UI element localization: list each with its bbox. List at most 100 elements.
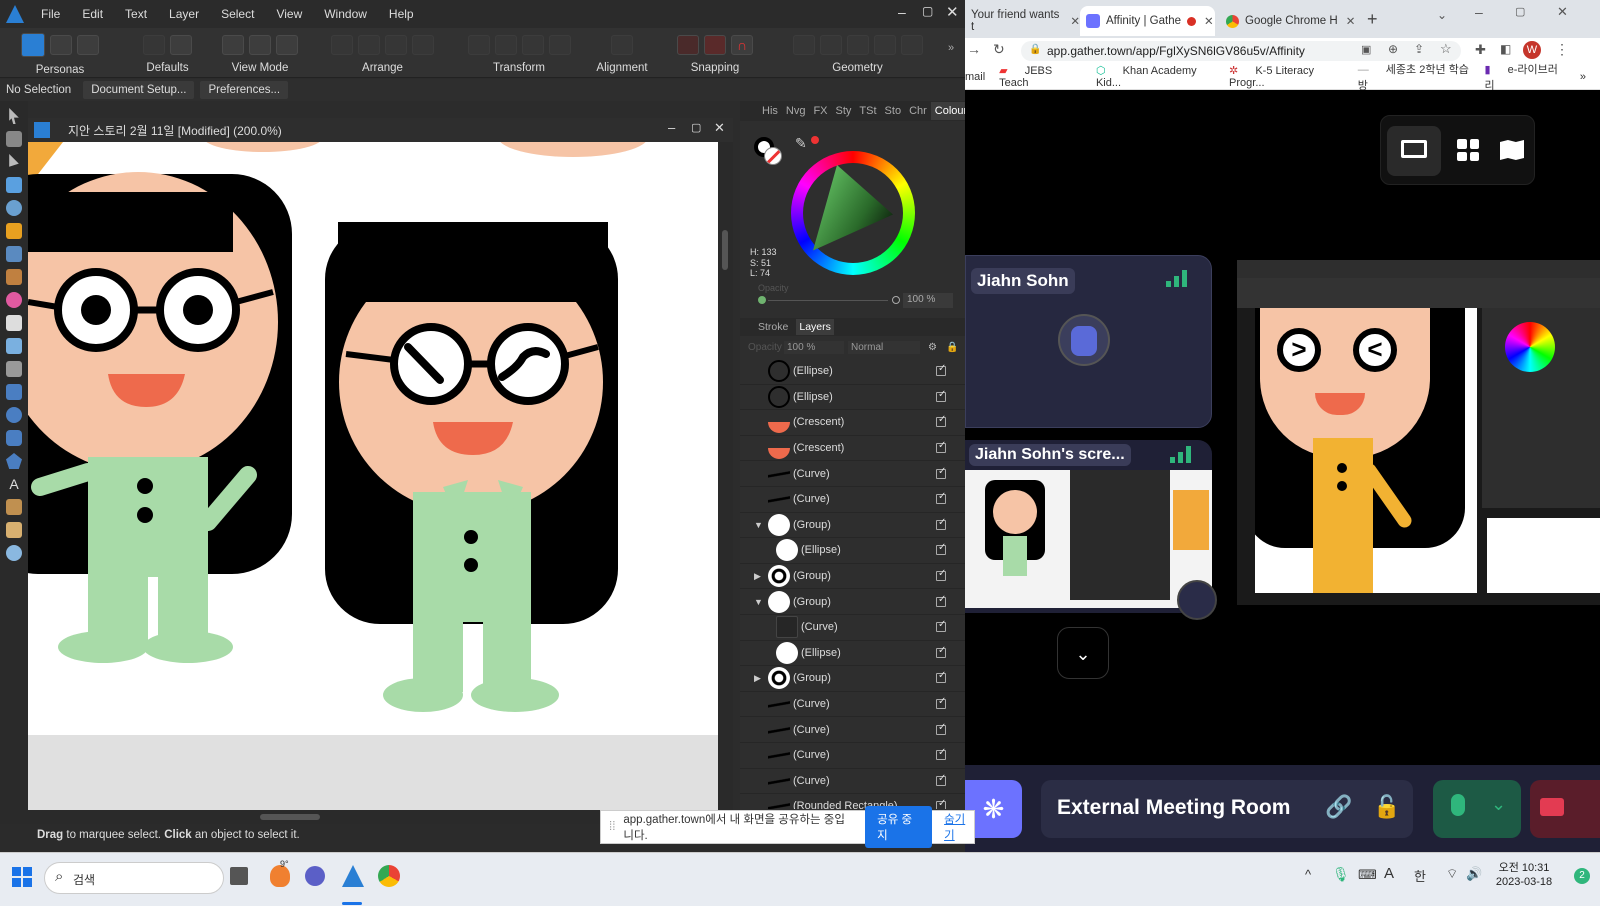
layer-visibility-checkbox[interactable]: ✓ (936, 619, 946, 633)
link-icon[interactable]: 🔗 (1325, 794, 1352, 820)
layer-visibility-checkbox[interactable]: ✓ (936, 722, 946, 735)
layer-opacity-field[interactable]: 100 % (784, 340, 844, 354)
bookmarks-overflow-icon[interactable]: » (1580, 71, 1586, 83)
layer-expand-icon[interactable]: ▼ (754, 520, 763, 530)
rotate-right-icon[interactable] (548, 35, 571, 55)
map-view-icon[interactable] (1500, 140, 1524, 160)
color-picker-icon[interactable] (6, 499, 22, 515)
participant-tile[interactable]: Jiahn Sohn (965, 255, 1212, 428)
cast-icon[interactable]: ▣ (1361, 43, 1371, 56)
screen-view-button[interactable] (1387, 126, 1441, 176)
layer-visibility-checkbox[interactable]: ✓ (936, 363, 946, 377)
snapping-options-icon[interactable] (704, 35, 726, 55)
move-tool-icon[interactable] (9, 108, 19, 124)
layer-row[interactable]: (Ellipse) ✓ (740, 641, 965, 667)
eyedropper-icon[interactable]: ✎ (795, 135, 807, 152)
layer-row[interactable]: (Crescent) ✓ (740, 410, 965, 436)
layer-row[interactable]: (Curve) ✓ (740, 717, 965, 743)
view-mode-icon-1[interactable] (222, 35, 244, 55)
zoom-icon[interactable]: ⊕ (1388, 42, 1398, 56)
layer-row[interactable]: ▶ (Group) ✓ (740, 564, 965, 590)
menu-view[interactable]: View (265, 7, 313, 21)
geometry-add-icon[interactable] (792, 35, 815, 55)
menu-edit[interactable]: Edit (71, 7, 114, 21)
tab-navigator[interactable]: Nvg (782, 105, 810, 117)
layer-visibility-checkbox[interactable]: ✓ (936, 440, 946, 454)
pen-tool-icon[interactable] (6, 223, 22, 239)
tab-close-icon[interactable]: ✕ (1070, 14, 1080, 28)
sidepanel-icon[interactable]: ◧ (1500, 42, 1511, 56)
tab-fx[interactable]: FX (809, 105, 831, 117)
layer-row[interactable]: ▼ (Group) ✓ (740, 513, 965, 539)
tab-styles[interactable]: Sty (832, 105, 856, 117)
rotate-left-icon[interactable] (521, 35, 544, 55)
view-mode-icon-2[interactable] (249, 35, 271, 55)
hide-link[interactable]: 숨기기 (944, 811, 974, 843)
transparency-tool-icon[interactable] (6, 315, 22, 331)
layer-expand-icon[interactable]: ▼ (754, 597, 763, 607)
artboard-tool-icon[interactable] (6, 131, 22, 147)
flip-h-icon[interactable] (467, 35, 490, 55)
tab-history[interactable]: His (758, 105, 782, 117)
layer-visibility-checkbox[interactable]: ✓ (936, 542, 946, 556)
bookmark-khan[interactable]: ⬡ Khan Academy Kid... (1096, 64, 1215, 89)
layer-lock-icon[interactable]: 🔒 (946, 342, 958, 353)
layer-row[interactable]: (Curve) ✓ (740, 461, 965, 487)
flip-v-icon[interactable] (494, 35, 517, 55)
chrome-taskbar-icon[interactable] (378, 865, 400, 887)
crop-tool-icon[interactable] (6, 361, 22, 377)
grid-view-icon[interactable] (1457, 139, 1479, 161)
bookmark-mail[interactable]: mail (965, 71, 985, 83)
geometry-subtract-icon[interactable] (819, 35, 842, 55)
pixel-persona-icon[interactable] (50, 35, 72, 55)
brush-tool-icon[interactable] (6, 269, 22, 285)
tab-close-icon[interactable]: ✕ (1204, 14, 1214, 28)
layer-visibility-checkbox[interactable]: ✓ (936, 773, 946, 786)
opacity-slider-handle[interactable] (758, 296, 766, 304)
camera-button[interactable] (1530, 780, 1600, 838)
opacity-value[interactable]: 100 % (903, 293, 953, 308)
new-tab-icon[interactable]: + (1367, 9, 1378, 30)
wifi-icon[interactable]: ⌔ (1446, 866, 1458, 882)
url-field[interactable]: 🔒 app.gather.town/app/FglXySN6lGV86u5v/A… (1021, 41, 1461, 61)
vertical-scroll-thumb[interactable] (722, 230, 728, 270)
arrange-back-icon[interactable] (331, 35, 353, 55)
arrange-front-icon[interactable] (412, 35, 434, 55)
toolbar-overflow-icon[interactable]: » (948, 42, 954, 54)
tab-stroke[interactable]: Stroke (758, 321, 788, 333)
layer-visibility-checkbox[interactable]: ✓ (936, 568, 946, 582)
arrange-forward-icon[interactable] (385, 35, 407, 55)
browser-menu-icon[interactable]: ⋮ (1555, 41, 1569, 58)
designer-persona-icon[interactable] (21, 33, 45, 57)
layer-row[interactable]: ▼ (Group) ✓ (740, 589, 965, 615)
layer-row[interactable]: (Ellipse) ✓ (740, 359, 965, 385)
stop-sharing-button[interactable]: 공유 중지 (865, 806, 933, 848)
layer-row[interactable]: ▶ (Group) ✓ (740, 666, 965, 692)
pasteboard[interactable] (28, 735, 718, 810)
minimize-icon[interactable]: – (898, 4, 906, 20)
browser-close-icon[interactable]: ✕ (1557, 4, 1568, 20)
horizontal-scroll-thumb[interactable] (260, 814, 320, 820)
snapping-grid-icon[interactable] (677, 35, 699, 55)
geometry-divide-icon[interactable] (900, 35, 923, 55)
profile-avatar[interactable]: W (1523, 41, 1541, 59)
share-icon[interactable]: ⇪ (1414, 42, 1424, 56)
zoom-tool-icon[interactable] (6, 545, 22, 561)
screenshare-tile[interactable]: Jiahn Sohn's scre... (965, 440, 1212, 613)
layer-row[interactable]: (Curve) ✓ (740, 769, 965, 795)
layer-visibility-checkbox[interactable]: ✓ (936, 645, 946, 658)
tab-layers[interactable]: Layers (796, 319, 834, 335)
place-image-icon[interactable] (6, 338, 22, 354)
view-mode-icon-3[interactable] (276, 35, 298, 55)
defaults-icon[interactable] (143, 35, 165, 55)
unlock-icon[interactable]: 🔓 (1373, 794, 1400, 820)
bookmark-elibrary[interactable]: ▮ e-라이브러리 (1485, 61, 1566, 93)
layer-expand-icon[interactable]: ▶ (754, 673, 761, 684)
forward-icon[interactable]: → (967, 41, 981, 57)
keyboard-icon[interactable]: ⌨ (1358, 867, 1377, 883)
layer-visibility-checkbox[interactable]: ✓ (936, 696, 946, 710)
geometry-intersect-icon[interactable] (846, 35, 869, 55)
bookmark-jebs[interactable]: ▰ JEBS Teach (999, 64, 1082, 89)
layer-row[interactable]: (Crescent) ✓ (740, 436, 965, 462)
blend-mode-select[interactable]: Normal (848, 340, 920, 354)
